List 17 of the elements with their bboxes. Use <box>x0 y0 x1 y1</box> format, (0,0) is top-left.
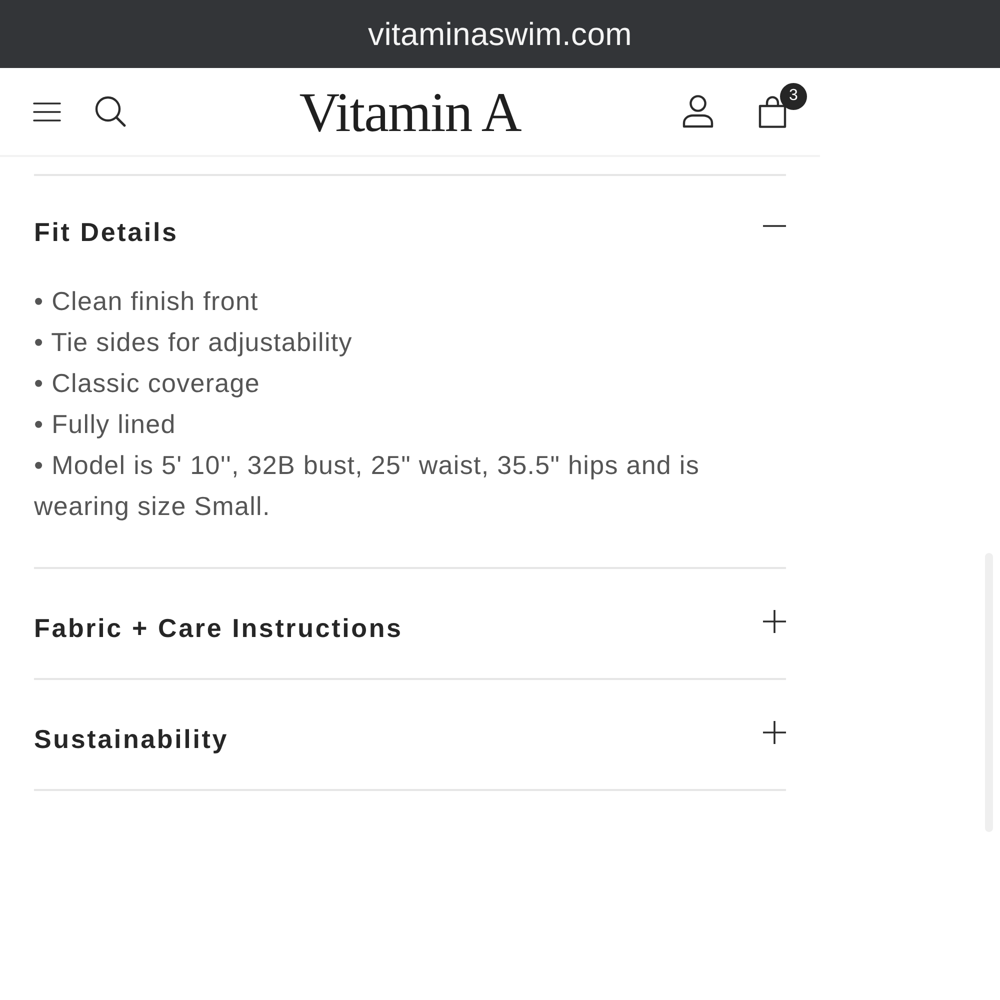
fit-detail-text: • Clean finish front <box>34 285 260 318</box>
fit-detail-text: • Classic coverage <box>34 367 261 400</box>
section-title[interactable]: Fabric + Care Instructions <box>34 612 403 642</box>
brand-logo[interactable]: Vitamin A <box>299 82 521 140</box>
section-title[interactable]: Sustainability <box>34 724 229 754</box>
url-text[interactable]: vitaminaswim.com <box>368 18 632 50</box>
plus-icon[interactable] <box>763 610 786 633</box>
fit-detail-text: • Model is 5' 10'', 32B bust, 25" waist, 35.5" hips and is wearing size Small. <box>34 449 700 523</box>
search-icon[interactable] <box>95 96 126 127</box>
menu-icon[interactable] <box>33 102 61 122</box>
user-icon[interactable] <box>682 95 714 128</box>
shopping-bag-icon[interactable] <box>758 96 787 128</box>
fit-detail-text: • Tie sides for adjustability <box>34 326 354 359</box>
cart-count-badge: 3 <box>780 82 807 110</box>
fit-detail-text: • Fully lined <box>34 408 177 441</box>
plus-icon[interactable] <box>763 721 786 744</box>
section-title[interactable]: Fit Details <box>34 217 178 247</box>
